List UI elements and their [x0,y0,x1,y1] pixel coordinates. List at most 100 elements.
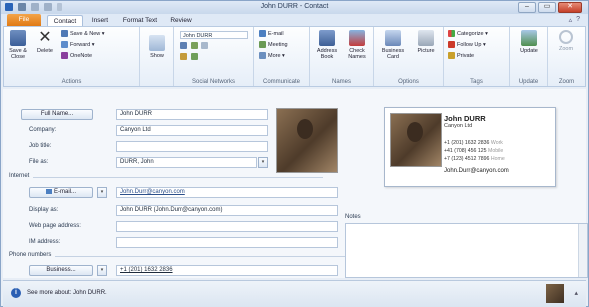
contact-window: John DURR - Contact – ▭ ✕ File Contact I… [0,0,589,307]
card-portrait [407,122,423,142]
social-updates-icon[interactable] [201,42,209,50]
ribbon: Save & Close ✕ Delete Save & New ▾ Forwa… [3,26,586,87]
business-phone-field[interactable]: +1 (201) 1632 2836 [116,265,338,276]
file-as-dropdown[interactable]: ▾ [258,157,268,168]
business-card-button[interactable]: Business Card [377,30,409,60]
show-icon [149,35,165,51]
company-field[interactable]: Canyon Ltd [116,125,268,136]
social-photo-icon[interactable] [180,53,187,61]
group-social-networks: John DURR Social Networks [174,27,254,86]
card-name: John DURR [444,114,486,123]
display-as-label: Display as: [29,207,59,213]
update-icon [521,30,537,46]
ribbon-tabs: File Contact Insert Format Text Review ▵… [1,14,588,27]
social-networks-group-label: Social Networks [191,79,235,85]
photo-portrait [297,119,313,139]
onenote-button[interactable]: OneNote [61,52,92,61]
check-names-button[interactable]: Check Names [343,30,371,60]
full-name-button[interactable]: Full Name... [21,109,93,120]
maximize-button[interactable]: ▭ [538,2,556,13]
tab-review[interactable]: Review [167,15,195,26]
email-button[interactable]: E-mail [259,30,284,39]
job-title-label: Job title: [29,143,52,149]
picture-button[interactable]: Picture [411,30,441,54]
social-network-combo[interactable]: John DURR [180,31,248,39]
people-pane-thumbnail[interactable] [546,284,564,303]
see-more-text[interactable]: See more about: John DURR. [27,290,107,296]
file-as-field[interactable]: DURR, John [116,157,257,168]
business-phone-button[interactable]: Business... [29,265,93,276]
business-card-preview[interactable]: John DURR Canyon Ltd +1 (201) 1632 2836 … [384,107,556,187]
save-close-icon [10,30,26,46]
more-button[interactable]: More ▾ [259,52,285,61]
private-button[interactable]: Private [448,52,474,61]
tab-file[interactable]: File [7,14,41,26]
window-title: John DURR - Contact [260,3,329,10]
group-names: Address Book Check Names Names [310,27,374,86]
notes-label: Notes [345,214,361,220]
zoom-group-label: Zoom [558,79,575,85]
minimize-button[interactable]: – [518,2,536,13]
business-phone-dropdown[interactable]: ▾ [97,265,107,276]
collapse-ribbon-icon[interactable]: ▵ [569,16,573,24]
picture-icon [418,30,434,46]
group-zoom: Zoom Zoom [548,27,585,86]
zoom-button[interactable]: Zoom [552,30,580,52]
meeting-icon [259,41,266,49]
card-phone-mobile: +41 (708) 456 125 Mobile [444,148,504,154]
names-group-label: Names [331,79,351,85]
email-type-button[interactable]: E-mail... [29,187,93,198]
check-names-icon [349,30,365,46]
full-name-field[interactable]: John DURR [116,109,268,120]
web-page-field[interactable] [116,221,338,232]
title-bar: John DURR - Contact – ▭ ✕ [1,1,588,14]
social-buttons-row1 [180,42,210,51]
card-phone-work: +1 (201) 1632 2836 Work [444,140,503,146]
categorize-button[interactable]: Categorize ▾ [448,30,488,39]
save-close-button[interactable]: Save & Close [7,30,29,60]
address-card-icon [45,188,52,194]
group-tags: Categorize ▾ Follow Up ▾ Private Tags [444,27,510,86]
forward-button[interactable]: Forward ▾ [61,41,94,50]
close-button[interactable]: ✕ [558,2,582,13]
update-button[interactable]: Update [515,30,543,54]
display-as-field[interactable]: John DURR (John.Durr@canyon.com) [116,205,338,216]
internet-section-header: Internet [9,173,330,179]
group-show: Show [140,27,174,86]
expand-people-pane-icon[interactable]: ▴ [574,289,578,297]
info-icon: i [11,288,21,298]
delete-button[interactable]: ✕ Delete [34,30,56,55]
email-type-dropdown[interactable]: ▾ [97,187,107,198]
im-address-label: IM address: [29,239,61,245]
help-icon[interactable]: ? [576,16,580,24]
save-new-button[interactable]: Save & New ▾ [61,30,105,39]
people-pane-bar: i See more about: John DURR. ▴ [3,280,586,307]
group-actions: Save & Close ✕ Delete Save & New ▾ Forwa… [4,27,140,86]
tab-format-text[interactable]: Format Text [119,15,161,26]
add-people-icon[interactable] [180,42,187,50]
forward-icon [61,41,68,49]
im-address-field[interactable] [116,237,338,248]
email-icon [259,30,266,38]
business-card-icon [385,30,401,46]
meeting-button[interactable]: Meeting [259,41,288,50]
show-button[interactable]: Show [146,35,168,59]
group-communicate: E-mail Meeting More ▾ Communicate [254,27,310,86]
address-book-button[interactable]: Address Book [313,30,341,60]
social-info-icon[interactable] [190,42,198,50]
social-settings-icon[interactable] [190,53,198,61]
contact-photo[interactable] [276,108,338,173]
update-group-label: Update [518,79,539,85]
job-title-field[interactable] [116,141,268,152]
tab-insert[interactable]: Insert [87,15,113,26]
zoom-icon [559,30,573,44]
web-page-label: Web page address: [29,223,81,229]
email-field[interactable]: John.Durr@canyon.com [116,187,338,198]
phone-section-header: Phone numbers [9,252,349,258]
onenote-icon [61,52,68,60]
notes-scrollbar[interactable] [578,224,587,277]
lock-icon [448,52,455,60]
follow-up-button[interactable]: Follow Up ▾ [448,41,486,50]
notes-field[interactable] [345,223,588,278]
group-options: Business Card Picture Options [374,27,444,86]
